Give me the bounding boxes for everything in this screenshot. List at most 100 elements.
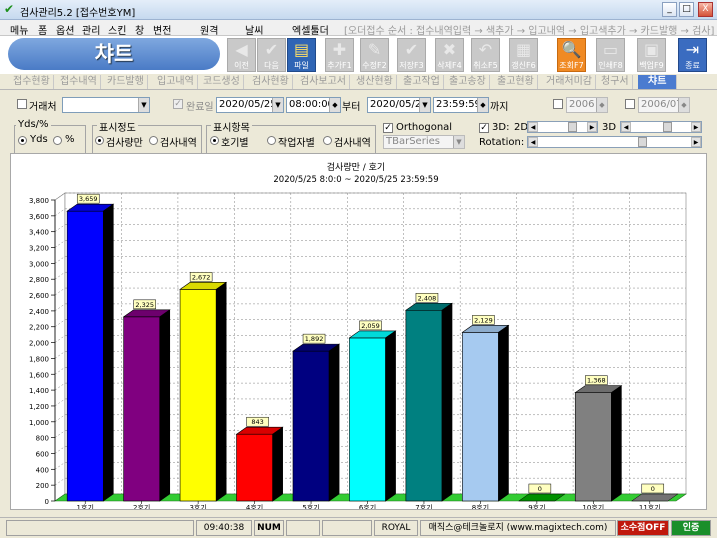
tab-item[interactable]: 검사현황 bbox=[249, 75, 293, 89]
menu-item[interactable]: 폼 bbox=[38, 22, 47, 37]
year-spin-input[interactable]: 2006 ◆ bbox=[566, 97, 608, 113]
tab-item[interactable]: 청구서 bbox=[598, 75, 633, 89]
date-from-input[interactable]: 2020/05/25 ▼ bbox=[216, 97, 284, 113]
tab-item[interactable]: 검사보고서 bbox=[297, 75, 350, 89]
rotation-slider[interactable]: ◀ ▶ bbox=[527, 136, 702, 148]
bar-side bbox=[272, 426, 283, 502]
tab-item[interactable]: 출고작업 bbox=[400, 75, 444, 89]
unit-pct-radio[interactable] bbox=[53, 136, 62, 145]
y-tick-label: 3,400 bbox=[29, 229, 49, 237]
menu-item[interactable]: 엑셀툴더 bbox=[292, 22, 329, 37]
tab-item[interactable]: 생산현황 bbox=[353, 75, 397, 89]
toolbar-icon: ✎ bbox=[367, 40, 382, 59]
degree-b-radio[interactable] bbox=[149, 136, 158, 145]
x-tick-label: 7호기 bbox=[415, 503, 432, 509]
chevron-down-icon: ▼ bbox=[419, 98, 430, 112]
customer-checkbox[interactable] bbox=[17, 99, 27, 109]
bar-chart: 0 200 400 600 800 1,000 1,200 1,400 1,600 1,800 2,… bbox=[29, 161, 687, 512]
unit-yds-radio[interactable] bbox=[18, 136, 27, 145]
tab-item[interactable]: 입고내역 bbox=[154, 75, 198, 89]
y-tick-label: 1,800 bbox=[29, 355, 49, 363]
depth-slider[interactable]: ◀ ▶ bbox=[620, 121, 702, 133]
toolbar-button[interactable]: ✎ 수정F2 bbox=[360, 38, 389, 72]
customer-select[interactable]: ▼ bbox=[62, 97, 150, 113]
value-label: 2,129 bbox=[474, 316, 493, 324]
series-value: TBarSeries bbox=[386, 136, 440, 147]
auth-badge[interactable]: 인증 bbox=[671, 520, 711, 536]
month-checkbox[interactable] bbox=[625, 99, 635, 109]
slider-thumb[interactable] bbox=[568, 122, 577, 132]
slider-thumb[interactable] bbox=[663, 122, 672, 132]
toolbar-button-label: 삭제F4 bbox=[437, 61, 462, 70]
tab-item[interactable]: 접수현황 bbox=[10, 75, 54, 89]
tab-item[interactable]: 챠트 bbox=[638, 75, 678, 89]
bar bbox=[349, 337, 386, 502]
tab-item[interactable]: 카드발행 bbox=[104, 75, 148, 89]
slider-right-arrow-icon[interactable]: ▶ bbox=[691, 137, 701, 147]
toolbar-button[interactable]: ◀ 이전 bbox=[227, 38, 256, 72]
bar-side bbox=[611, 385, 622, 502]
y-tick-label: 600 bbox=[36, 450, 49, 458]
date-to-input[interactable]: 2020/05/25 ▼ bbox=[367, 97, 431, 113]
x-tick-label: 9호기 bbox=[528, 503, 545, 509]
maximize-button[interactable]: □ bbox=[679, 2, 694, 17]
item-a-radio[interactable] bbox=[210, 136, 219, 145]
toolbar-icon: ✔ bbox=[404, 40, 419, 59]
menu-item[interactable]: 옵션 bbox=[56, 22, 74, 37]
close-button[interactable]: X bbox=[698, 2, 713, 17]
year-checkbox[interactable] bbox=[553, 99, 563, 109]
threed-slider[interactable]: ◀ ▶ bbox=[527, 121, 598, 133]
degree-a-radio[interactable] bbox=[95, 136, 104, 145]
item-c-radio[interactable] bbox=[323, 136, 332, 145]
menu-item[interactable]: 메뉴 bbox=[10, 22, 28, 37]
bar-side bbox=[328, 343, 340, 502]
menu-item[interactable]: 변전 bbox=[153, 22, 171, 37]
toolbar-button[interactable]: ✔ 다음 bbox=[257, 38, 286, 72]
toolbar-button[interactable]: ▤ 파일 bbox=[287, 38, 316, 72]
minimize-button[interactable]: _ bbox=[662, 2, 677, 17]
tab-item[interactable]: 출고현황 bbox=[494, 75, 538, 89]
x-tick-label: 6호기 bbox=[359, 503, 376, 509]
toolbar-button[interactable]: ▭ 인쇄F8 bbox=[596, 38, 625, 72]
orthogonal-checkbox[interactable]: ✓ bbox=[383, 123, 393, 133]
toolbar-button[interactable]: ▦ 갱신F6 bbox=[509, 38, 538, 72]
decimal-off-badge[interactable]: 소수점OFF bbox=[617, 520, 669, 536]
menu-item[interactable]: 날씨 bbox=[245, 22, 263, 37]
slider-left-arrow-icon[interactable]: ◀ bbox=[528, 122, 538, 132]
tab-item[interactable]: 코드생성 bbox=[200, 75, 244, 89]
toolbar-button[interactable]: ✔ 저장F3 bbox=[397, 38, 426, 72]
slider-left-arrow-icon[interactable]: ◀ bbox=[528, 137, 538, 147]
slider-left-arrow-icon[interactable]: ◀ bbox=[621, 122, 631, 132]
to-suffix: 까지 bbox=[490, 102, 509, 113]
menu-item[interactable]: 창 bbox=[135, 22, 144, 37]
item-b-radio[interactable] bbox=[267, 136, 276, 145]
slider-right-arrow-icon[interactable]: ▶ bbox=[691, 122, 701, 132]
y-tick-label: 1,400 bbox=[29, 387, 49, 395]
unit-group: Yds/% Yds % bbox=[14, 119, 86, 154]
time-to-input[interactable]: 23:59:59 ◆ bbox=[433, 97, 489, 113]
toolbar-button[interactable]: ↶ 취소F5 bbox=[471, 38, 500, 72]
month-spin-input[interactable]: 2006/07 ◆ bbox=[638, 97, 690, 113]
done-date-checkbox[interactable]: ✓ bbox=[173, 99, 183, 109]
toolbar-button[interactable]: ✖ 삭제F4 bbox=[435, 38, 464, 72]
tab-item[interactable]: 거래처미감 bbox=[543, 75, 596, 89]
slider-thumb[interactable] bbox=[638, 137, 647, 147]
spin-icon: ◆ bbox=[477, 98, 488, 112]
menu-item[interactable]: 스킨 bbox=[108, 22, 126, 37]
toolbar-button[interactable]: ⇥ 종료 bbox=[678, 38, 707, 72]
toolbar-button[interactable]: 🔍 조회F7 bbox=[557, 38, 586, 72]
value-label: 2,408 bbox=[418, 294, 437, 302]
status-company: 매직스@테크놀로지 (www.magixtech.com) bbox=[420, 520, 616, 536]
tab-item[interactable]: 접수내역 bbox=[57, 75, 101, 89]
toolbar-button[interactable]: ▣ 백업F9 bbox=[637, 38, 666, 72]
menu-item[interactable]: 관리 bbox=[82, 22, 100, 37]
tab-item[interactable]: 출고송장 bbox=[446, 75, 490, 89]
toolbar-button[interactable]: ✚ 추가F1 bbox=[325, 38, 354, 72]
status-empty-cell bbox=[322, 520, 372, 536]
threed-checkbox[interactable]: ✓ bbox=[479, 123, 489, 133]
menu-item[interactable]: 원격 bbox=[200, 22, 218, 37]
series-select[interactable]: TBarSeries ▼ bbox=[383, 135, 465, 149]
value-label: 2,672 bbox=[192, 273, 211, 281]
slider-right-arrow-icon[interactable]: ▶ bbox=[587, 122, 597, 132]
time-from-input[interactable]: 08:00:00 ◆ bbox=[286, 97, 341, 113]
